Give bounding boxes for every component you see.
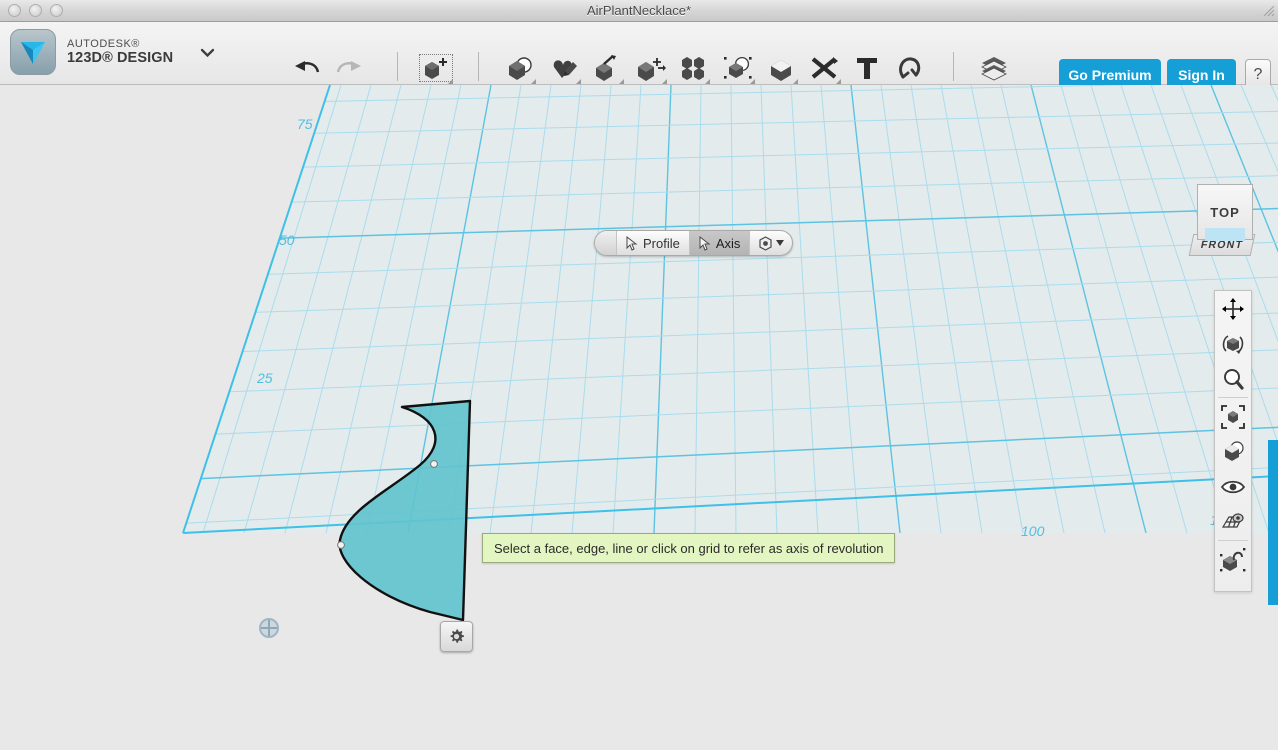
group-menu-caret-icon[interactable]: [531, 79, 536, 84]
toolbar-group-grouping[interactable]: [719, 52, 757, 84]
toolbar-group-pattern[interactable]: [674, 52, 712, 84]
eye-icon: [1221, 480, 1245, 493]
gear-icon: [450, 629, 464, 643]
view-tools-toolbar[interactable]: [1214, 290, 1252, 592]
toolbar-group-transform[interactable]: [417, 52, 455, 84]
toolbar-group-combine[interactable]: [762, 52, 800, 84]
toolbar-group-snap[interactable]: [891, 52, 929, 84]
axis-label-vertical: 50: [279, 232, 295, 248]
pan-arrows-icon: [1222, 297, 1244, 320]
brand-product: 123D® DESIGN: [67, 50, 174, 67]
resize-grip-icon[interactable]: [1262, 4, 1275, 17]
brand-text: AUTODESK® 123D® DESIGN: [67, 38, 173, 67]
toolbar-group-construct[interactable]: [588, 52, 626, 84]
zoom-tool-button[interactable]: [1214, 361, 1252, 396]
viewport-right-edge-indicator: [1268, 440, 1278, 605]
main-toolbar: AUTODESK® 123D® DESIGN Go Premium Sign I…: [0, 22, 1278, 90]
toolbar-group-primitives[interactable]: [500, 52, 538, 84]
toolbar-group-sketch[interactable]: [545, 52, 583, 84]
select-profile-button[interactable]: Profile: [617, 231, 690, 255]
toolbar-group-modify[interactable]: [631, 52, 669, 84]
shading-cube-icon: [1225, 440, 1244, 461]
status-tooltip: Select a face, edge, line or click on gr…: [482, 533, 896, 563]
redo-button[interactable]: [330, 52, 368, 84]
undo-button[interactable]: [288, 52, 326, 84]
cursor-arrow-icon: [626, 235, 638, 251]
window-title: AirPlantNecklace*: [586, 3, 692, 18]
grid-settings-button[interactable]: [1214, 504, 1252, 539]
visibility-tool-button[interactable]: [1214, 469, 1252, 504]
select-axis-button[interactable]: Axis: [689, 231, 751, 255]
group-menu-caret-icon[interactable]: [619, 79, 624, 84]
select-axis-label: Axis: [715, 235, 741, 251]
axis-label-vertical: 75: [297, 116, 313, 132]
3d-viewport[interactable]: 75 50 25 50 75 100 125 Profile: [0, 85, 1278, 750]
origin-crosshair-icon: [259, 618, 279, 638]
app-logo-icon: [10, 29, 56, 75]
toolbar-group-material[interactable]: [975, 52, 1013, 84]
view-cube[interactable]: FRONT TOP: [1188, 184, 1261, 256]
group-menu-caret-icon[interactable]: [705, 79, 710, 84]
group-menu-caret-icon[interactable]: [662, 79, 667, 84]
chevron-down-icon: [776, 240, 785, 246]
sketch-settings-button[interactable]: [440, 621, 473, 652]
shading-tool-button[interactable]: [1214, 434, 1252, 469]
grid-settings-icon: [1221, 512, 1244, 528]
brand-block: AUTODESK® 123D® DESIGN: [10, 29, 216, 75]
fit-tool-button[interactable]: [1214, 399, 1252, 434]
pan-tool-button[interactable]: [1214, 291, 1252, 326]
application-window: AirPlantNecklace* AUTODESK® 123D® DESIGN: [0, 0, 1278, 750]
toolbar-group-text[interactable]: [848, 52, 886, 84]
select-profile-label: Profile: [643, 235, 680, 251]
revolve-options-button[interactable]: [750, 231, 792, 255]
axis-label-vertical: 25: [257, 370, 273, 386]
snap-settings-button[interactable]: [1214, 542, 1252, 577]
axis-label-horizontal: 100: [1021, 523, 1045, 539]
revolve-selection-toolbar[interactable]: Profile Axis: [594, 230, 794, 256]
toolbar-group-measure[interactable]: [805, 52, 843, 84]
group-menu-caret-icon[interactable]: [750, 79, 755, 84]
window-title-bar: AirPlantNecklace*: [0, 0, 1278, 22]
magnifier-icon: [1224, 368, 1244, 390]
orbit-cube-icon: [1222, 334, 1244, 354]
chevron-down-icon[interactable]: [199, 47, 216, 58]
brand-company: AUTODESK®: [67, 37, 140, 50]
view-options-icon: [759, 235, 773, 251]
perspective-grid: [182, 85, 1278, 622]
fit-to-window-icon: [1221, 404, 1245, 429]
orbit-tool-button[interactable]: [1214, 326, 1252, 361]
snap-cube-icon: [1220, 547, 1246, 571]
cursor-arrow-icon: [699, 235, 711, 251]
group-menu-caret-icon[interactable]: [793, 79, 798, 84]
group-menu-caret-icon[interactable]: [448, 79, 453, 84]
group-menu-caret-icon[interactable]: [836, 79, 841, 84]
view-cube-edge-highlight[interactable]: [1205, 228, 1245, 241]
drag-grip-icon[interactable]: [595, 231, 617, 255]
group-menu-caret-icon[interactable]: [576, 79, 581, 84]
